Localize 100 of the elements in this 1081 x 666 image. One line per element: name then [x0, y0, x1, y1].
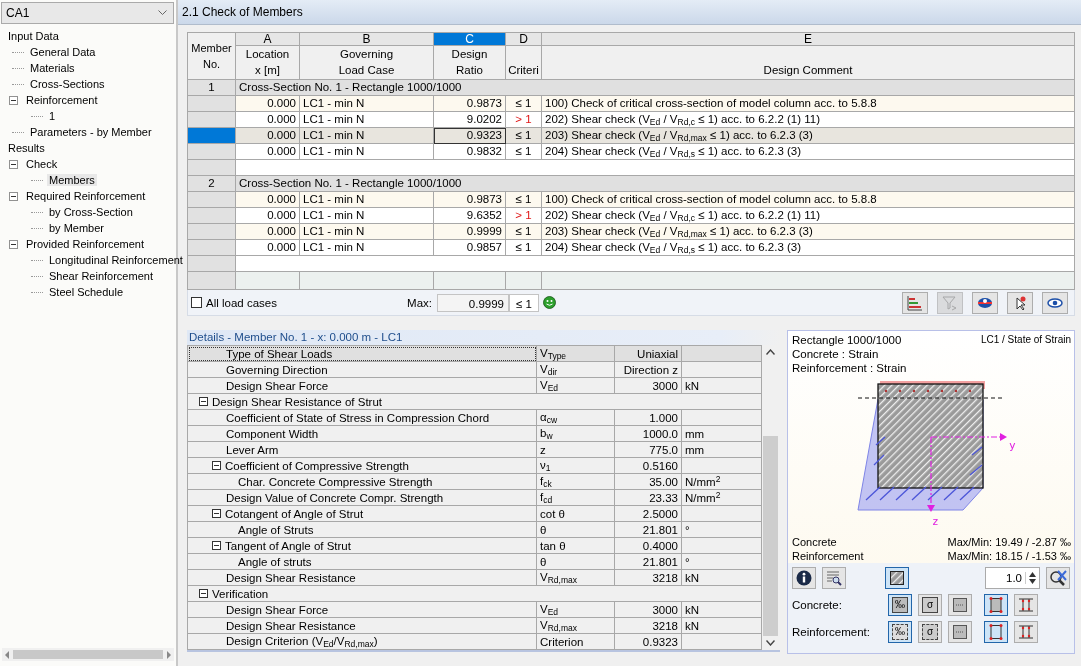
zoom-list-button[interactable] — [822, 567, 846, 589]
tree-item[interactable]: 1 — [47, 110, 58, 122]
tree-item[interactable]: Check — [24, 158, 60, 170]
tree-item[interactable]: Parameters - by Member — [28, 126, 154, 138]
reset-zoom-button[interactable] — [1046, 567, 1070, 589]
column-letter[interactable]: D — [505, 32, 542, 46]
column-header: Location x [m] — [235, 45, 300, 80]
panel-title: 2.1 Check of Members — [178, 0, 1081, 25]
column-header: Design Comment — [541, 45, 1075, 80]
tree-item[interactable]: Materials — [28, 62, 77, 74]
property-label[interactable]: Design Criterion (V$_{Ed}$/V$_{Rd,max}$) — [187, 633, 537, 650]
filter-icon — [941, 294, 959, 311]
property-label[interactable]: Angle of Struts — [187, 521, 537, 538]
property-label[interactable]: Design Shear Resistance — [187, 569, 537, 586]
unit-cell: kN — [681, 569, 762, 586]
display-toggle[interactable] — [1014, 594, 1038, 616]
tree-item[interactable]: by Member — [47, 222, 107, 234]
rebar-layout-icon — [1018, 597, 1034, 613]
collapse-icon[interactable] — [212, 509, 221, 518]
property-label[interactable]: Coefficient of Compressive Strength — [187, 457, 537, 474]
display-toggle[interactable]: ‰ — [888, 621, 912, 643]
collapse-icon[interactable] — [212, 461, 221, 470]
property-label[interactable]: Design Shear Resistance — [187, 617, 537, 634]
max-criterion: ≤ 1 — [509, 293, 539, 312]
spin-buttons[interactable] — [1025, 572, 1039, 584]
property-label[interactable]: Component Width — [187, 425, 537, 442]
checkbox-label[interactable]: All load cases — [206, 296, 277, 309]
value-cell: 0.5160 — [614, 457, 682, 474]
case-dropdown[interactable]: CA1 — [1, 2, 174, 24]
property-label[interactable]: Char. Concrete Compressive Strength — [187, 473, 537, 490]
property-label[interactable]: Design Shear Force — [187, 377, 537, 394]
property-label[interactable]: Tangent of Angle of Strut — [187, 537, 537, 554]
table-cell: 0.000 — [235, 207, 300, 224]
value-cell: 0.9323 — [614, 633, 682, 650]
column-letter[interactable]: B — [299, 32, 434, 46]
property-label[interactable]: Verification — [187, 585, 762, 602]
display-toggle[interactable] — [948, 621, 972, 643]
tree-item[interactable]: Cross-Sections — [28, 78, 107, 90]
tree-item[interactable]: Steel Schedule — [47, 286, 125, 298]
collapse-icon[interactable] — [9, 239, 18, 249]
info-button[interactable] — [792, 567, 816, 589]
table-cell: LC1 - min N — [299, 143, 434, 160]
property-label[interactable]: Cotangent of Angle of Strut — [187, 505, 537, 522]
toolbar-button[interactable] — [1042, 291, 1068, 314]
collapse-icon[interactable] — [9, 191, 18, 201]
symbol-cell: θ — [536, 553, 615, 570]
tree-item[interactable]: Reinforcement — [24, 94, 100, 106]
horizontal-scrollbar[interactable] — [2, 648, 174, 661]
display-toggle[interactable] — [1014, 621, 1038, 643]
collapse-icon[interactable] — [199, 589, 208, 598]
column-letter[interactable]: E — [541, 32, 1075, 46]
table-cell: 204) Shear check (V$_{Ed}$ / V$_{Rd,s}$ ≤ 1) acc. to 6.2.3 (3) — [541, 239, 1075, 256]
scroll-left-icon[interactable] — [4, 650, 10, 659]
toolbar-button[interactable] — [972, 291, 998, 314]
display-toggle[interactable] — [948, 594, 972, 616]
collapse-icon[interactable] — [199, 397, 208, 406]
symbol-cell: ν$_{1}$ — [536, 457, 615, 474]
rebar-layout-icon — [1018, 624, 1034, 640]
display-toggle[interactable]: σ — [918, 621, 942, 643]
unit-cell: kN — [681, 601, 762, 618]
scroll-down-icon[interactable] — [766, 640, 775, 646]
collapse-icon[interactable] — [9, 95, 18, 105]
tree-item[interactable]: Members — [47, 174, 97, 186]
collapse-icon[interactable] — [212, 541, 221, 550]
property-label[interactable]: Angle of struts — [187, 553, 537, 570]
property-label[interactable]: Lever Arm — [187, 441, 537, 458]
scroll-up-icon[interactable] — [766, 349, 775, 355]
tree-item[interactable]: General Data — [28, 46, 98, 58]
hatch-toggle[interactable] — [885, 567, 909, 589]
display-toggle[interactable]: σ — [918, 594, 942, 616]
symbol-cell: θ — [536, 521, 615, 538]
tree-item[interactable]: Shear Reinforcement — [47, 270, 155, 282]
tree-item[interactable]: Provided Reinforcement — [24, 238, 146, 250]
column-letter[interactable]: C — [433, 32, 506, 46]
tree-item[interactable]: Longitudinal Reinforcement — [47, 254, 185, 266]
property-label[interactable]: Design Shear Resistance of Strut — [187, 393, 762, 410]
tree-item[interactable]: by Cross-Section — [47, 206, 135, 218]
max-value: 0.9999 — [437, 293, 509, 312]
checkbox[interactable] — [191, 297, 202, 308]
unit-cell: ° — [681, 521, 762, 538]
display-toggle[interactable] — [984, 594, 1008, 616]
property-label[interactable]: Governing Direction — [187, 361, 537, 378]
property-label[interactable]: Coefficient of State of Stress in Compression Chord — [187, 409, 537, 426]
column-letter[interactable]: A — [235, 32, 300, 46]
collapse-icon[interactable] — [9, 159, 18, 169]
display-toggle[interactable]: ‰ — [888, 594, 912, 616]
property-label[interactable]: Type of Shear Loads — [187, 345, 537, 362]
tree-item[interactable]: Input Data — [6, 30, 61, 42]
property-label[interactable]: Design Shear Force — [187, 601, 537, 618]
property-label[interactable]: Design Value of Concrete Compr. Strength — [187, 489, 537, 506]
table-cell: 9.0202 — [433, 111, 506, 128]
tree-item[interactable]: Required Reinforcement — [24, 190, 148, 202]
table-cell: ≤ 1 — [505, 143, 542, 160]
toolbar-button[interactable] — [902, 291, 928, 314]
unit-cell: mm — [681, 441, 762, 458]
display-toggle[interactable] — [984, 621, 1008, 643]
toolbar-button[interactable] — [1007, 291, 1033, 314]
scroll-right-icon[interactable] — [166, 650, 172, 659]
zoom-reset-icon — [1049, 570, 1067, 586]
tree-item[interactable]: Results — [6, 142, 47, 154]
